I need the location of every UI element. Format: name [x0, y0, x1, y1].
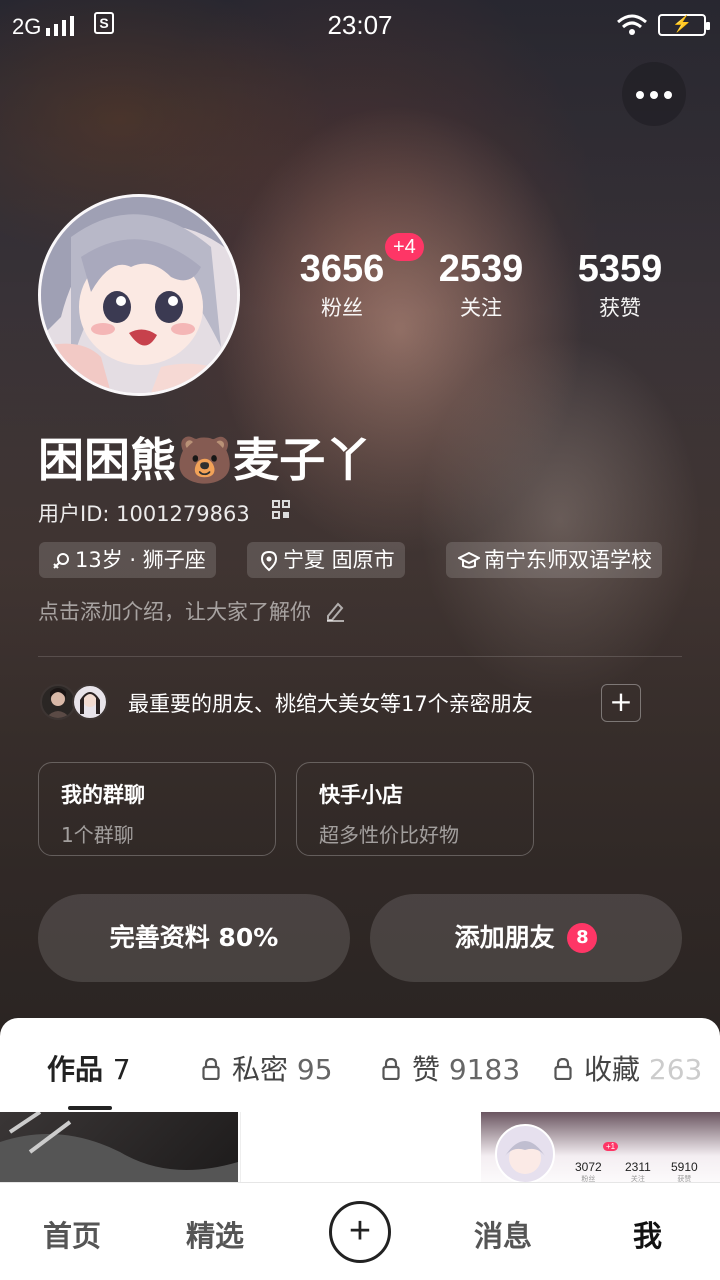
- fans-label: 粉丝: [321, 296, 363, 320]
- active-tab-indicator: [68, 1106, 112, 1110]
- nickname: 困困熊🐻麦子丫: [38, 433, 372, 487]
- complete-profile-button[interactable]: 完善资料 80%: [38, 894, 350, 982]
- nav-messages[interactable]: 消息: [474, 1213, 532, 1255]
- add-close-friend-button[interactable]: +: [601, 684, 641, 722]
- graduation-cap-icon: [458, 551, 480, 569]
- gender-female-icon: [53, 553, 69, 569]
- tab-favorites-count: 263: [648, 1053, 703, 1086]
- thumbnail-stat: 3072 粉丝: [575, 1160, 602, 1183]
- more-options-button[interactable]: [622, 62, 686, 126]
- tab-private-count: 95: [296, 1053, 333, 1086]
- work-thumbnail[interactable]: [240, 1112, 480, 1192]
- friend-avatar[interactable]: [40, 684, 76, 720]
- status-time: 23:07: [327, 10, 393, 40]
- likes-count: 5359: [577, 248, 663, 290]
- stat-likes[interactable]: 5359 获赞: [555, 248, 685, 322]
- stat-following[interactable]: 2539 关注: [416, 248, 546, 322]
- location-pin-icon: [260, 550, 278, 572]
- tab-liked-label: 赞: [412, 1053, 441, 1086]
- following-label: 关注: [460, 296, 502, 320]
- add-friend-button[interactable]: 添加朋友 8: [370, 894, 682, 982]
- nav-home[interactable]: 首页: [43, 1213, 101, 1255]
- tab-works-label: 作品: [47, 1053, 104, 1086]
- group-chat-card[interactable]: 我的群聊 1个群聊: [38, 762, 276, 856]
- nav-me[interactable]: 我: [633, 1213, 662, 1255]
- group-chat-title: 我的群聊: [61, 783, 145, 807]
- tab-works-count: 7: [112, 1053, 131, 1086]
- thumbnail-badge: +1: [603, 1142, 619, 1151]
- wifi-icon: [617, 14, 647, 35]
- status-bar: 2G S 23:07 ⚡: [0, 0, 720, 52]
- shop-card[interactable]: 快手小店 超多性价比好物: [296, 762, 534, 856]
- likes-label: 获赞: [599, 296, 641, 320]
- tag-location-label: 宁夏 固原市: [283, 548, 395, 572]
- thumbnail-avatar: [495, 1124, 555, 1184]
- tag-age-zodiac[interactable]: 13岁 · 狮子座: [39, 542, 216, 578]
- intro-placeholder: 点击添加介绍，让大家了解你: [38, 600, 311, 624]
- create-post-button[interactable]: +: [329, 1201, 391, 1263]
- work-thumbnail[interactable]: +1 3072 粉丝 2311 关注 5910 获赞: [481, 1112, 720, 1192]
- tab-favorites[interactable]: 收藏 263: [554, 1048, 702, 1088]
- edit-pencil-icon: [326, 602, 344, 622]
- anime-avatar-image: [41, 197, 237, 393]
- tag-age-label: 13岁 · 狮子座: [75, 548, 206, 572]
- qr-code-icon[interactable]: [272, 500, 290, 520]
- group-chat-sub: 1个群聊: [61, 823, 134, 847]
- user-id[interactable]: 用户ID: 1001279863: [38, 498, 250, 528]
- profile-tabs: 作品 7 私密 95 赞 9183 收藏 263: [0, 1018, 720, 1112]
- add-friend-badge: 8: [567, 923, 598, 953]
- intro-edit[interactable]: 点击添加介绍，让大家了解你: [38, 596, 346, 626]
- tag-school[interactable]: 南宁东师双语学校: [446, 542, 662, 578]
- tab-favorites-label: 收藏: [584, 1053, 641, 1086]
- tag-location[interactable]: 宁夏 固原市: [247, 542, 405, 578]
- shop-sub: 超多性价比好物: [319, 823, 459, 847]
- following-count: 2539: [438, 248, 524, 290]
- battery-charging-icon: ⚡: [658, 14, 710, 36]
- friend-avatar[interactable]: [72, 684, 108, 720]
- thumbnail-stat: 2311 关注: [625, 1160, 651, 1183]
- tab-liked-count: 9183: [448, 1053, 521, 1086]
- shop-title: 快手小店: [319, 783, 403, 807]
- lock-icon: [382, 1058, 400, 1080]
- thumbnail-image: [0, 1112, 238, 1192]
- add-friend-label: 添加朋友: [454, 923, 555, 952]
- tab-private-label: 私密: [232, 1053, 289, 1086]
- tab-private[interactable]: 私密 95: [202, 1048, 333, 1088]
- avatar[interactable]: [38, 194, 240, 396]
- lock-icon: [202, 1058, 220, 1080]
- lock-icon: [554, 1058, 572, 1080]
- stat-fans[interactable]: 3656 粉丝: [277, 248, 407, 322]
- tag-school-label: 南宁东师双语学校: [484, 548, 652, 572]
- tab-works[interactable]: 作品 7: [47, 1048, 131, 1088]
- tab-liked[interactable]: 赞 9183: [382, 1048, 520, 1088]
- work-thumbnail[interactable]: [0, 1112, 238, 1192]
- close-friends-text[interactable]: 最重要的朋友、桃绾大美女等17个亲密朋友: [128, 688, 533, 718]
- bottom-navigation: 首页 精选 + 消息 我: [0, 1182, 720, 1280]
- divider: [38, 656, 682, 657]
- thumbnail-stat: 5910 获赞: [671, 1160, 698, 1183]
- complete-profile-label: 完善资料 80%: [109, 923, 279, 952]
- nav-featured[interactable]: 精选: [186, 1213, 244, 1255]
